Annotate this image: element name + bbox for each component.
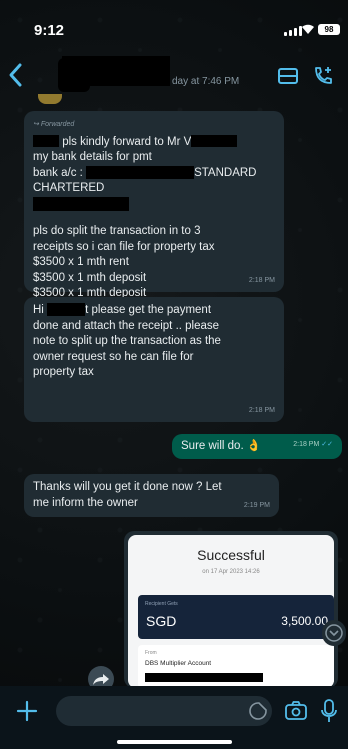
message-bubble-3[interactable]: Sure will do. 👌 2:18 PM ✓✓: [172, 434, 342, 459]
message-line: receipts so i can file for property tax: [33, 240, 215, 253]
message-line: [33, 212, 275, 224]
forwarded-label: ↪ Forwarded: [33, 121, 75, 128]
scroll-down-button[interactable]: [322, 620, 346, 646]
receipt-title: Successful: [197, 547, 265, 563]
chevron-down-icon: [325, 624, 343, 642]
message-line: CHARTERED: [33, 182, 105, 194]
partial-message-bubble: [38, 94, 62, 104]
message-line: Hi t please get the payment: [33, 303, 212, 317]
receipt-from-label: From: [145, 650, 157, 656]
message-line: Thanks will you get it done now ? Let: [33, 481, 222, 493]
last-seen-text: day at 7:46 PM: [172, 76, 240, 87]
message-line: my bank details for pmt: [33, 151, 152, 163]
microphone-icon[interactable]: [320, 698, 338, 724]
message-line: property tax: [33, 366, 94, 378]
message-time: 2:18 PM: [248, 276, 275, 284]
receipt-amount-panel: Recipient Gets SGD 3,500.00: [138, 595, 334, 639]
message-line: note to split up the transaction as the: [33, 335, 221, 347]
message-time: 2:18 PM: [248, 406, 275, 414]
chat-screen: 9:12 98 day at 7:46 PM ↪ Forwarded pls k…: [0, 0, 348, 749]
receipt-image-message[interactable]: Successful on 17 Apr 2023 14:26 Recipien…: [124, 531, 338, 688]
receipt-amount: 3,500.00: [281, 614, 328, 628]
message-line: me inform the owner: [33, 496, 138, 509]
home-indicator: [117, 740, 232, 744]
message-line: done and attach the receipt .. please: [33, 319, 220, 332]
message-time: 2:19 PM: [243, 501, 270, 509]
receipt-from-account: DBS Multiplier Account: [145, 660, 212, 667]
plus-icon[interactable]: [16, 700, 38, 722]
sticker-icon[interactable]: [248, 701, 268, 721]
message-line: bank a/c : STANDARD: [33, 165, 257, 179]
message-line: pls kindly forward to Mr V: [33, 135, 275, 151]
signal-icon: [284, 26, 302, 36]
receipt-from-panel: From DBS Multiplier Account: [138, 645, 334, 688]
contact-name-redaction[interactable]: [62, 56, 170, 86]
read-receipt-icon: ✓✓: [321, 440, 333, 448]
list-icon[interactable]: [276, 64, 300, 88]
message-line: owner request so he can file for: [33, 350, 194, 363]
back-icon[interactable]: [6, 62, 26, 88]
chat-header: day at 7:46 PM: [0, 52, 348, 98]
receipt-date: on 17 Apr 2023 14:26: [202, 569, 260, 575]
wifi-icon: [302, 24, 314, 34]
camera-icon[interactable]: [284, 699, 308, 723]
battery-icon: 98: [318, 24, 340, 35]
message-text: Sure will do.: [181, 440, 244, 452]
account-number-redaction: [145, 673, 263, 682]
receipt-currency: SGD: [146, 613, 177, 629]
call-add-icon[interactable]: [311, 64, 335, 88]
message-input[interactable]: [56, 696, 272, 726]
status-time: 9:12: [34, 22, 65, 39]
ok-hand-emoji: 👌: [246, 440, 262, 452]
message-line: pls do split the transaction in to 3: [33, 225, 201, 238]
message-line: $3500 x 1 mth rent: [33, 256, 129, 269]
message-line: [33, 196, 275, 213]
message-time: 2:18 PM ✓✓: [293, 440, 333, 448]
message-bubble-4[interactable]: Thanks will you get it done now ? Let me…: [24, 474, 279, 517]
message-bubble-1[interactable]: ↪ Forwarded pls kindly forward to Mr V m…: [24, 111, 284, 299]
receipt-amount-label: Recipient Gets: [145, 601, 178, 607]
message-line: $3500 x 1 mth deposit: [33, 271, 147, 284]
status-bar: 9:12 98: [0, 0, 348, 44]
message-bubble-2[interactable]: Hi t please get the payment done and att…: [24, 297, 284, 422]
receipt-screenshot: Successful on 17 Apr 2023 14:26 Recipien…: [128, 535, 334, 688]
